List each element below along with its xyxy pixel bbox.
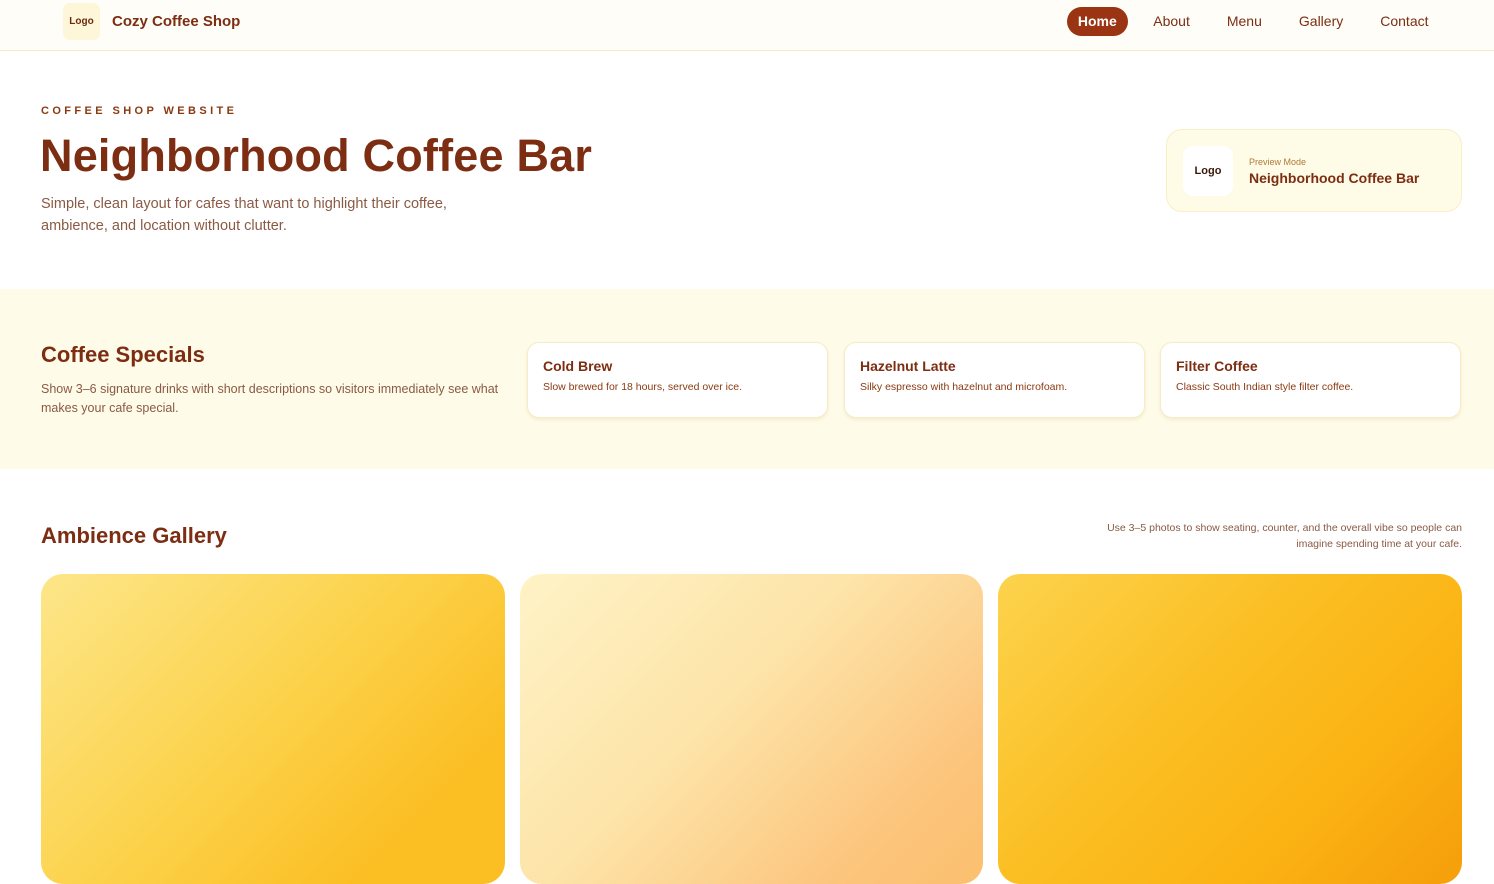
special-description: Slow brewed for 18 hours, served over ic… bbox=[543, 381, 743, 393]
special-card-hazelnut-latte[interactable]: Hazelnut Latte Silky espresso with hazel… bbox=[844, 342, 1145, 418]
gallery-photo[interactable] bbox=[998, 574, 1462, 884]
specials-description: Show 3–6 signature drinks with short des… bbox=[41, 382, 499, 415]
preview-mode-label: Preview Mode bbox=[1249, 157, 1307, 167]
brand-name: Cozy Coffee Shop bbox=[112, 13, 241, 30]
specials-section: Coffee Specials Show 3–6 signature drink… bbox=[0, 289, 1494, 469]
brand[interactable]: Logo Cozy Coffee Shop bbox=[63, 3, 240, 40]
hero-eyebrow: COFFEE SHOP WEBSITE bbox=[41, 105, 238, 117]
specials-title: Coffee Specials bbox=[41, 342, 205, 367]
main-nav: Home About Menu Gallery Contact bbox=[1066, 7, 1447, 36]
logo: Logo bbox=[63, 3, 100, 40]
hero-subtitle: Simple, clean layout for cafes that want… bbox=[41, 196, 447, 234]
hero-title: Neighborhood Coffee Bar bbox=[40, 130, 593, 181]
special-card-cold-brew[interactable]: Cold Brew Slow brewed for 18 hours, serv… bbox=[527, 342, 828, 418]
special-name: Filter Coffee bbox=[1176, 358, 1258, 374]
preview-logo: Logo bbox=[1183, 146, 1233, 196]
preview-name: Neighborhood Coffee Bar bbox=[1249, 170, 1420, 186]
nav-about[interactable]: About bbox=[1135, 7, 1209, 36]
special-name: Hazelnut Latte bbox=[860, 358, 956, 374]
special-card-filter-coffee[interactable]: Filter Coffee Classic South Indian style… bbox=[1160, 342, 1461, 418]
nav-contact[interactable]: Contact bbox=[1362, 7, 1447, 36]
gallery-photo[interactable] bbox=[520, 574, 983, 884]
special-description: Classic South Indian style filter coffee… bbox=[1176, 381, 1354, 393]
gallery-note: Use 3–5 photos to show seating, counter,… bbox=[1107, 522, 1462, 550]
special-description: Silky espresso with hazelnut and microfo… bbox=[860, 381, 1068, 393]
gallery-title: Ambience Gallery bbox=[41, 523, 227, 548]
nav-gallery[interactable]: Gallery bbox=[1280, 7, 1361, 36]
nav-menu[interactable]: Menu bbox=[1208, 7, 1280, 36]
special-name: Cold Brew bbox=[543, 358, 613, 374]
gallery-photo[interactable] bbox=[41, 574, 505, 884]
preview-card: Logo Preview Mode Neighborhood Coffee Ba… bbox=[1166, 129, 1462, 212]
nav-home[interactable]: Home bbox=[1066, 7, 1128, 36]
site-header: Logo Cozy Coffee Shop Home About Menu Ga… bbox=[0, 0, 1494, 51]
